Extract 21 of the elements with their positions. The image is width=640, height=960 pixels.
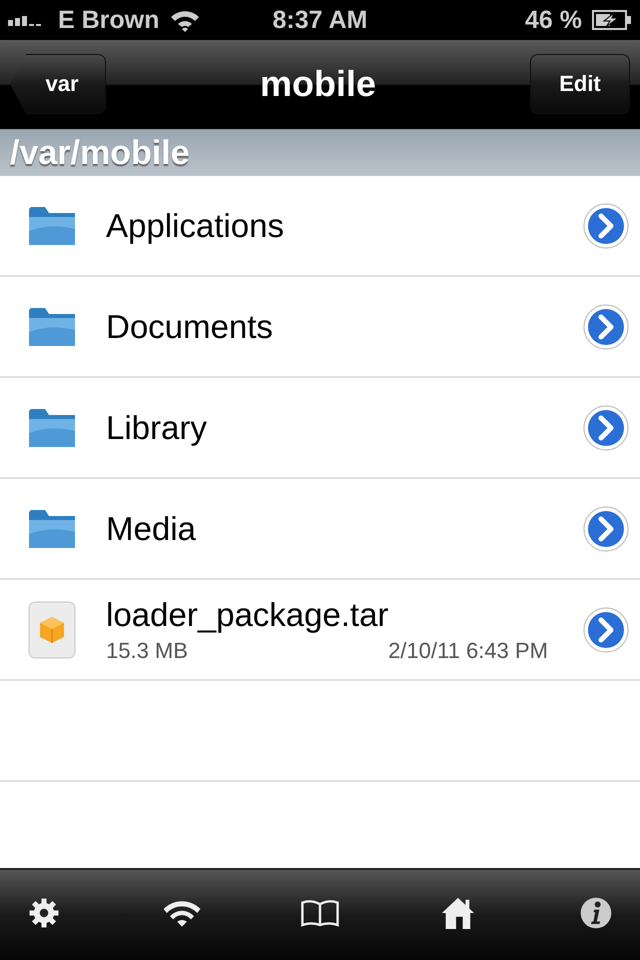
file-date: 2/10/11 6:43 PM: [388, 638, 548, 664]
carrier-name: E Brown: [58, 6, 160, 34]
edit-button[interactable]: Edit: [530, 54, 630, 114]
package-icon: [28, 600, 76, 658]
file-name: Media: [106, 510, 197, 548]
file-name: loader_package.tar: [106, 596, 390, 634]
file-row[interactable]: Media: [0, 479, 640, 580]
file-row[interactable]: Documents: [0, 277, 640, 378]
battery-charging-icon: [592, 10, 632, 30]
status-time: 8:37 AM: [272, 6, 368, 34]
file-row[interactable]: loader_package.tar 15.3 MB 2/10/11 6:43 PM: [0, 580, 640, 681]
file-name: Documents: [106, 308, 274, 346]
battery-percent: 46 %: [525, 6, 582, 34]
section-header: /var/mobile: [0, 129, 640, 176]
back-button[interactable]: var: [10, 54, 106, 114]
screen-title: mobile: [260, 63, 376, 105]
file-size: 15.3 MB: [106, 638, 188, 664]
file-row[interactable]: Applications: [0, 176, 640, 277]
file-row[interactable]: Library: [0, 378, 640, 479]
file-name: Applications: [106, 206, 285, 244]
file-name: Library: [106, 408, 208, 446]
